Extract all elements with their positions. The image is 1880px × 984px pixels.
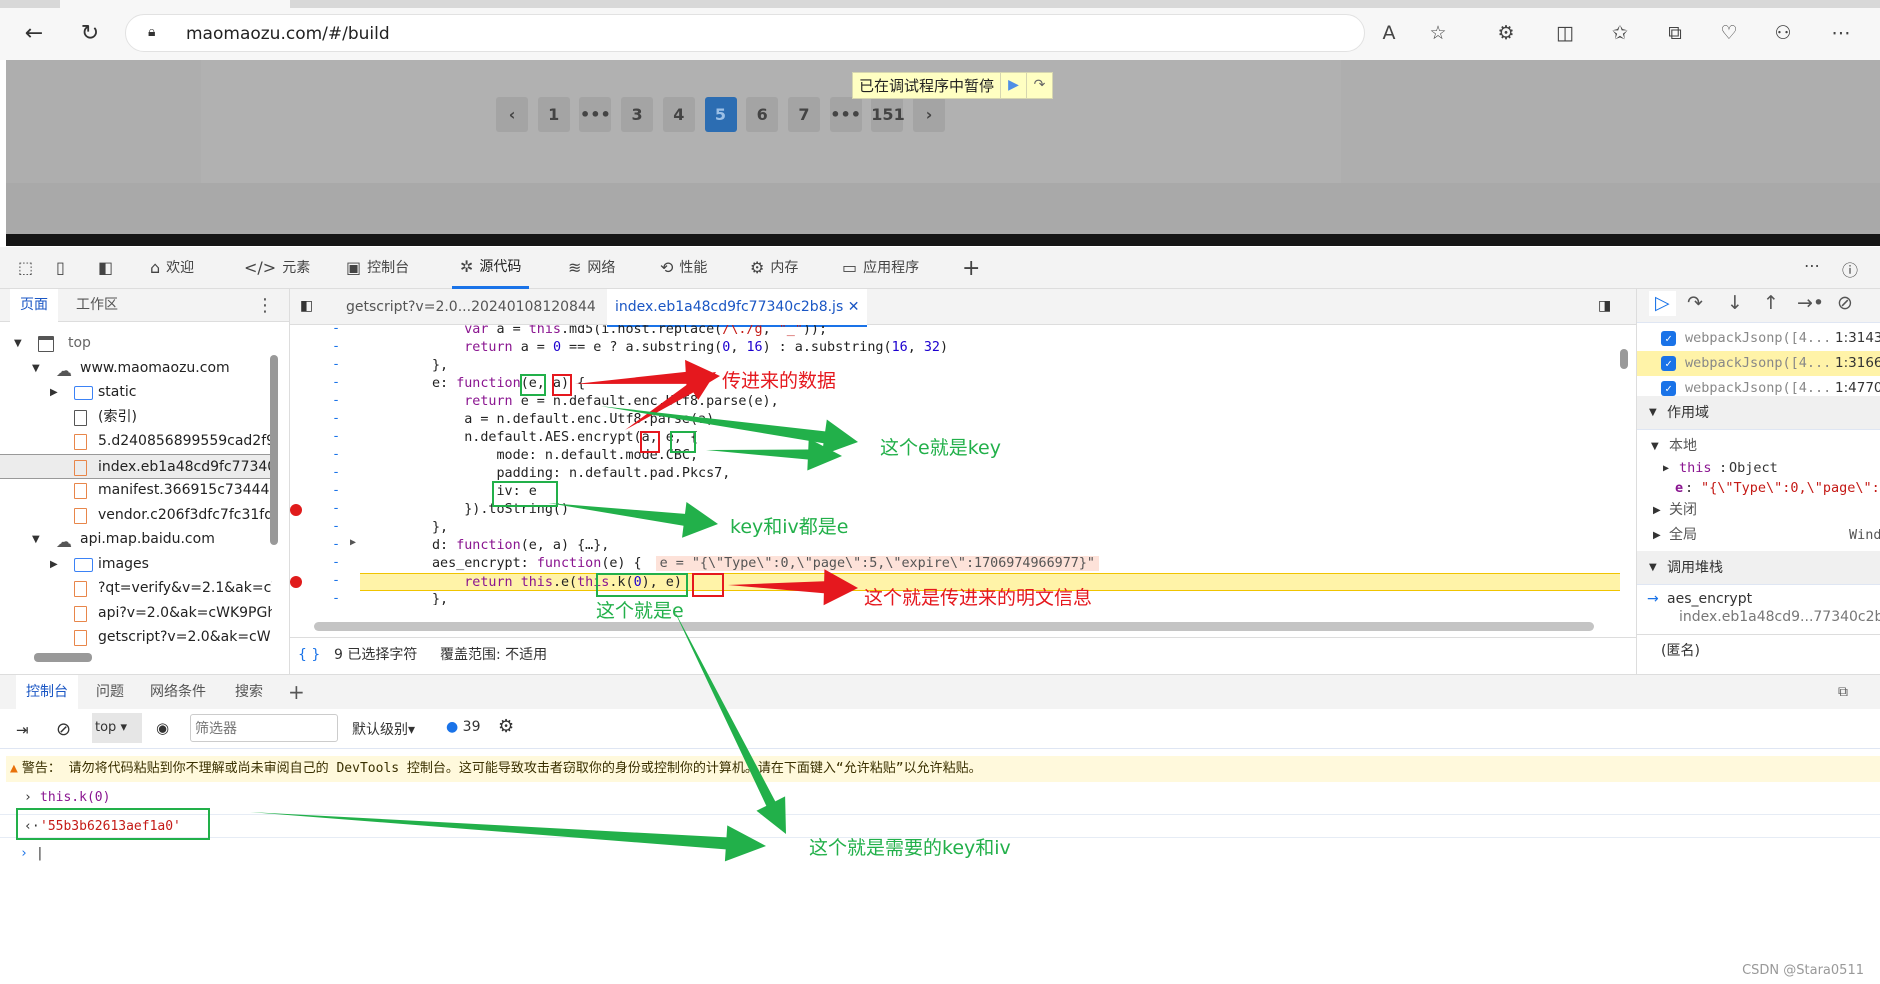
annotation-this-is-e: 这个就是e: [596, 600, 684, 622]
annotation-e-is-key: 这个e就是key: [880, 437, 1001, 459]
annotation-arrow: [672, 606, 786, 834]
annotation-plaintext: 这个就是传进来的明文信息: [864, 587, 1093, 609]
annotation-arrow: [548, 501, 718, 538]
annotation-data-in: 传进来的数据: [722, 370, 837, 392]
annotation-arrow: [706, 438, 842, 471]
annotation-arrow: [250, 812, 766, 862]
watermark: CSDN @Stara0511: [1742, 963, 1864, 978]
annotation-needed-key-iv: 这个就是需要的key和iv: [809, 837, 1011, 859]
annotation-key-iv-e: key和iv都是e: [730, 516, 849, 538]
annotation-arrow: [728, 569, 858, 606]
